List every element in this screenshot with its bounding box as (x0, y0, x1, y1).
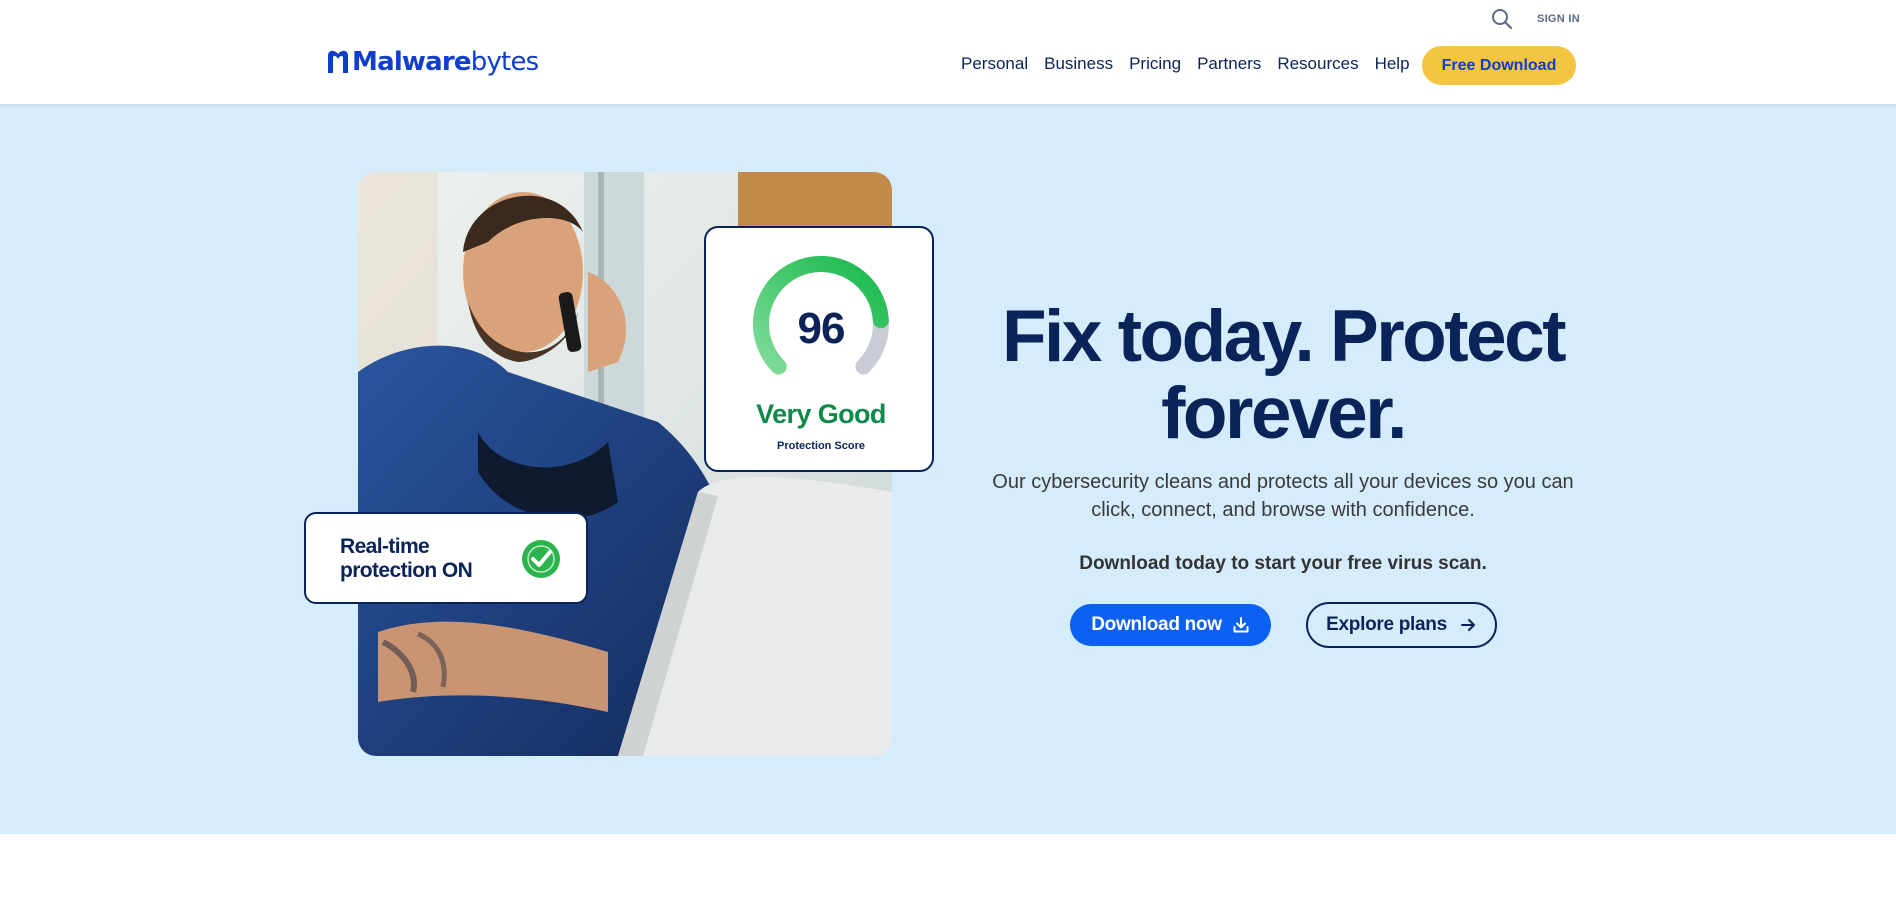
arrow-right-icon (1460, 619, 1475, 631)
logo-mark-icon (328, 50, 348, 73)
download-now-label: Download now (1091, 614, 1222, 635)
logo-wordmark: Malwarebytes (352, 46, 539, 77)
hero-subheadline: Our cybersecurity cleans and protects al… (992, 471, 1574, 521)
search-icon[interactable] (1491, 8, 1513, 30)
hero-section: 96 Very Good Protection Score Real-time … (0, 104, 1896, 834)
nav-personal[interactable]: Personal (961, 54, 1028, 74)
hero-headline: Fix today. Protect forever. (1001, 296, 1567, 454)
hero-cta-text: Download today to start your free virus … (1079, 553, 1487, 574)
nav-pricing[interactable]: Pricing (1129, 54, 1181, 74)
realtime-protection-card: Real-time protection ON (304, 512, 588, 604)
protection-score-card: 96 Very Good Protection Score (704, 226, 934, 472)
free-download-button[interactable]: Free Download (1422, 46, 1576, 85)
logo-light-text: bytes (470, 46, 539, 77)
download-now-button[interactable]: Download now (1070, 604, 1271, 646)
malwarebytes-logo[interactable]: Malwarebytes (326, 46, 539, 77)
realtime-protection-text: Real-time protection ON (340, 535, 473, 582)
site-header: SIGN IN Malwarebytes Personal Business P… (0, 0, 1896, 104)
score-value: 96 (797, 304, 846, 353)
explore-plans-button[interactable]: Explore plans (1306, 602, 1497, 648)
sign-in-link[interactable]: SIGN IN (1537, 13, 1580, 25)
nav-resources[interactable]: Resources (1277, 54, 1358, 74)
download-icon (1233, 617, 1249, 633)
utility-bar: SIGN IN (1491, 8, 1580, 30)
main-nav: Personal Business Pricing Partners Resou… (961, 54, 1410, 74)
nav-business[interactable]: Business (1044, 54, 1113, 74)
nav-partners[interactable]: Partners (1197, 54, 1261, 74)
explore-plans-label: Explore plans (1326, 614, 1447, 635)
logo-bold-text: Malware (352, 46, 472, 77)
check-icon (522, 540, 560, 578)
score-rating: Very Good (756, 399, 886, 429)
score-caption: Protection Score (776, 440, 866, 452)
nav-help[interactable]: Help (1375, 54, 1410, 74)
